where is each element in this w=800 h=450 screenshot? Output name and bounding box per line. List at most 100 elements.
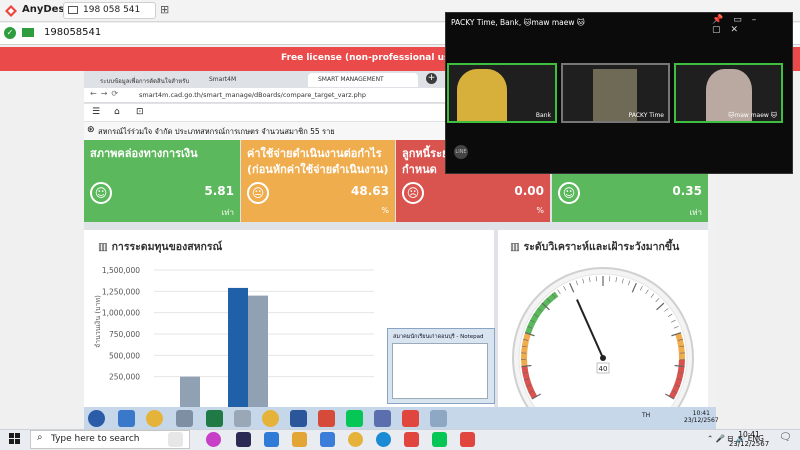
dashboard-icon: ⊛ xyxy=(87,125,95,135)
remote-monitor-icon xyxy=(22,28,34,37)
bar-chart-icon: ▥ xyxy=(98,241,112,253)
neutral-face-icon: 😐 xyxy=(247,182,269,204)
bar[interactable] xyxy=(248,295,268,408)
explorer-icon[interactable] xyxy=(176,410,193,427)
remote-lang-indicator[interactable]: TH xyxy=(642,412,650,419)
participant-name: PACKY Time xyxy=(628,112,664,119)
anydesk-session-tab-label: 198 058 541 xyxy=(83,5,141,15)
browser-tab-active[interactable]: SMART MANAGEMENT xyxy=(308,73,418,87)
risk-gauge-title: ▥ ระดับวิเคราะห์และเฝ้าระวังมากขึ้น xyxy=(510,238,679,255)
participant-name: Bank xyxy=(535,112,551,119)
edge-icon[interactable] xyxy=(376,432,391,447)
kpi-card-value: 48.63 xyxy=(351,184,389,198)
remote-clock-time: 10:41 xyxy=(692,410,710,417)
connection-ok-icon: ✓ xyxy=(4,27,16,39)
kpi-card-liquidity: สภาพคล่องทางการเงิน ☺ 5.81 เท่า xyxy=(84,140,240,222)
notepad-title: สมาคมนักเรียนเก่าดอนบุรี - Notepad xyxy=(393,334,484,340)
coop-info-text: สหกรณ์ไร่ร่วมใจ จำกัด ประเภทสหกรณ์การเกษ… xyxy=(98,127,335,136)
participant-tile[interactable]: 🐱maw maew 🐱 xyxy=(674,63,783,123)
gauge-value-label: 40 xyxy=(599,365,608,373)
funding-chart-title: ▥ การระดมทุนของสหกรณ์ xyxy=(98,238,222,255)
search-highlight-icon[interactable] xyxy=(168,432,183,447)
bar-chart-icon: ▥ xyxy=(510,241,524,253)
mail-icon[interactable] xyxy=(264,432,279,447)
kpi-card-unit: เท่า xyxy=(221,208,235,217)
kpi-card-value: 0.35 xyxy=(672,184,702,198)
anydesk-logo-icon xyxy=(5,5,17,17)
y-tick-label: 1,250,000 xyxy=(102,287,140,296)
funding-chart-title-text: การระดมทุนของสหกรณ์ xyxy=(111,241,223,253)
remote-clock: 10:41 23/12/2567 xyxy=(684,410,719,424)
participant-tile[interactable]: Bank xyxy=(447,63,557,123)
bar[interactable] xyxy=(180,376,200,408)
new-session-icon[interactable]: ⊞ xyxy=(160,3,169,16)
y-tick-label: 1,000,000 xyxy=(102,309,140,318)
sad-face-icon: ☹ xyxy=(402,182,424,204)
windows-start-icon[interactable] xyxy=(9,433,21,445)
kpi-card-unit: เท่า xyxy=(689,208,703,217)
y-tick-label: 250,000 xyxy=(109,373,140,382)
remote-clock-date: 23/12/2567 xyxy=(684,417,719,424)
risk-gauge-title-text: ระดับวิเคราะห์และเฝ้าระวังมากขึ้น xyxy=(523,241,680,253)
anydesk-icon[interactable] xyxy=(402,410,419,427)
kpi-card-unit: % xyxy=(536,206,544,215)
home-icon[interactable]: ⌂ xyxy=(114,107,120,117)
chrome-icon[interactable] xyxy=(146,410,163,427)
ie-icon[interactable] xyxy=(118,410,135,427)
notification-icon[interactable]: 🗨 xyxy=(779,432,792,443)
y-tick-label: 500,000 xyxy=(109,351,140,360)
menu-icon[interactable]: ☰ xyxy=(92,107,100,117)
anydesk-address-value[interactable]: 198058541 xyxy=(44,27,101,38)
app-icon[interactable] xyxy=(374,410,391,427)
line-icon[interactable] xyxy=(432,432,447,447)
word-icon[interactable] xyxy=(290,410,307,427)
kpi-card-expense-ratio: ค่าใช้จ่ายดำเนินงานต่อกำไร (ก่อนหักค่าใช… xyxy=(241,140,395,222)
browser-tab[interactable]: Smart4M xyxy=(199,73,306,87)
chrome-icon[interactable] xyxy=(262,410,279,427)
anydesk-icon[interactable] xyxy=(460,432,475,447)
screen: AnyDesk 198 058 541 ⊞ ✓ 198058541 Free l… xyxy=(0,0,800,450)
participant-tile[interactable]: PACKY Time xyxy=(561,63,670,123)
window-controls[interactable]: 📌▭–▢✕ xyxy=(712,15,800,35)
app-icon[interactable] xyxy=(234,410,251,427)
kpi-card-unit: % xyxy=(381,206,389,215)
store-icon[interactable] xyxy=(320,432,335,447)
participant-name: 🐱maw maew 🐱 xyxy=(728,112,777,119)
bar[interactable] xyxy=(228,287,248,408)
browser-nav-icons[interactable]: ←→⟳ xyxy=(90,89,122,98)
y-tick-label: 750,000 xyxy=(109,330,140,339)
participant-video xyxy=(457,69,507,121)
monitor-icon xyxy=(68,6,78,14)
gauge-hub xyxy=(600,355,606,361)
line-icon: LINE xyxy=(454,145,468,159)
kpi-card-value: 0.00 xyxy=(514,184,544,198)
anydesk-icon[interactable] xyxy=(404,432,419,447)
new-tab-button[interactable]: + xyxy=(426,73,437,84)
copilot-icon[interactable] xyxy=(206,432,221,447)
taskbar-search-placeholder[interactable]: Type here to search xyxy=(51,434,139,444)
browser-tab[interactable]: ระบบข้อมูลเพื่อการตัดสินใจสำหรับ xyxy=(90,73,198,87)
notepad-icon[interactable] xyxy=(430,410,447,427)
kpi-card-title: สภาพคล่องทางการเงิน xyxy=(90,147,198,160)
line-icon[interactable] xyxy=(346,410,363,427)
risk-gauge: 40 xyxy=(512,267,694,408)
happy-face-icon: ☺ xyxy=(558,182,580,204)
browser-url[interactable]: smart4m.cad.go.th/smart_manage/dBoards/c… xyxy=(139,91,366,99)
exit-icon[interactable]: ⊡ xyxy=(136,107,144,117)
clock-time[interactable]: 10:41 xyxy=(735,430,763,439)
start-orb-icon[interactable] xyxy=(88,410,105,427)
y-tick-label: 1,500,000 xyxy=(102,266,140,275)
chrome-icon[interactable] xyxy=(348,432,363,447)
happy-face-icon: ☺ xyxy=(90,182,112,204)
clock-date[interactable]: 23/12/2567 xyxy=(728,440,770,448)
app-icon[interactable] xyxy=(318,410,335,427)
y-axis-label: จำนวนเงิน (บาท) xyxy=(94,295,102,348)
photoshop-icon[interactable] xyxy=(236,432,251,447)
excel-icon[interactable] xyxy=(206,410,223,427)
notepad-preview xyxy=(392,343,488,399)
funding-bar-chart: 1,500,000 1,250,000 1,000,000 750,000 500,00… xyxy=(94,266,374,408)
kpi-card-value: 5.81 xyxy=(204,184,234,198)
kpi-card-title: ค่าใช้จ่ายดำเนินงานต่อกำไร (ก่อนหักค่าใช… xyxy=(247,147,389,176)
search-icon: ⌕ xyxy=(37,432,43,443)
file-explorer-icon[interactable] xyxy=(292,432,307,447)
